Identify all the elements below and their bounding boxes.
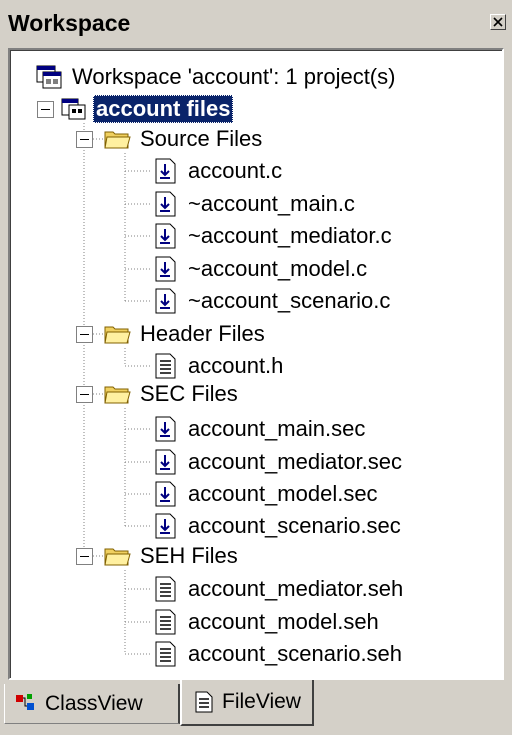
tree-file-item[interactable]: ~account_scenario.c — [151, 285, 393, 317]
tree-node-workspace[interactable]: Workspace 'account': 1 project(s) — [35, 61, 398, 93]
text-file-icon — [155, 609, 176, 635]
tree-folder-header-files[interactable]: Header Files — [103, 318, 268, 350]
tree-file-item[interactable]: ~account_model.c — [151, 253, 370, 285]
collapse-toggle-header-files[interactable] — [76, 326, 93, 343]
file-view-icon — [195, 691, 213, 713]
file-label: account_model.seh — [188, 609, 379, 634]
tab-file-view[interactable]: FileView — [180, 680, 314, 726]
source-file-icon — [155, 288, 176, 314]
file-tree: Workspace 'account': 1 project(s) accoun… — [10, 50, 502, 678]
workspace-icon — [36, 65, 62, 89]
tree-file-item[interactable]: account_mediator.seh — [151, 573, 406, 605]
file-tree-panel[interactable]: Workspace 'account': 1 project(s) accoun… — [8, 48, 504, 680]
folder-label: SEC Files — [140, 381, 238, 406]
file-label: ~account_mediator.c — [188, 223, 392, 248]
collapse-toggle-seh-files[interactable] — [76, 548, 93, 565]
source-file-icon — [155, 449, 176, 475]
tab-label: ClassView — [45, 691, 143, 715]
panel-titlebar: Workspace — [0, 0, 512, 44]
tree-folder-sec-files[interactable]: SEC Files — [103, 378, 241, 410]
tree-file-item[interactable]: account_scenario.sec — [151, 510, 404, 542]
file-label: account_mediator.seh — [188, 576, 404, 601]
folder-icon — [104, 386, 131, 404]
collapse-toggle-project[interactable] — [37, 101, 54, 118]
file-label: ~account_model.c — [188, 256, 368, 281]
source-file-icon — [155, 513, 176, 539]
workspace-label: Workspace 'account': 1 project(s) — [72, 64, 396, 89]
file-label: account.c — [188, 158, 283, 183]
tree-file-item[interactable]: ~account_mediator.c — [151, 220, 395, 252]
tree-file-item[interactable]: account_scenario.seh — [151, 638, 405, 670]
collapse-toggle-source-files[interactable] — [76, 131, 93, 148]
collapse-toggle-sec-files[interactable] — [76, 386, 93, 403]
folder-label: Header Files — [140, 321, 265, 346]
folder-icon — [104, 548, 131, 566]
source-file-icon — [155, 416, 176, 442]
panel-title: Workspace — [8, 10, 131, 36]
file-label: account_model.sec — [188, 481, 378, 506]
source-file-icon — [155, 158, 176, 184]
tab-label: FileView — [222, 690, 301, 713]
class-view-icon — [16, 693, 34, 710]
file-label: ~account_scenario.c — [188, 288, 391, 313]
tree-node-project[interactable]: account files — [59, 93, 234, 125]
tree-file-item[interactable]: account_main.sec — [151, 413, 368, 445]
tree-file-item[interactable]: account_model.sec — [151, 478, 381, 510]
file-label: account_main.sec — [188, 416, 366, 441]
project-icon — [61, 98, 86, 120]
folder-icon — [104, 326, 131, 344]
tree-folder-source-files[interactable]: Source Files — [103, 123, 265, 155]
tree-file-item[interactable]: account_mediator.sec — [151, 446, 405, 478]
source-file-icon — [155, 481, 176, 507]
tree-file-item[interactable]: account.c — [151, 155, 285, 187]
folder-icon — [104, 131, 131, 149]
project-label: account files — [93, 95, 234, 123]
file-label: ~account_main.c — [188, 191, 355, 216]
tree-file-item[interactable]: account_model.seh — [151, 606, 382, 638]
source-file-icon — [155, 256, 176, 282]
tree-file-item[interactable]: ~account_main.c — [151, 188, 358, 220]
close-button[interactable] — [490, 14, 506, 30]
text-file-icon — [155, 641, 176, 667]
text-file-icon — [155, 353, 176, 379]
file-label: account_scenario.sec — [188, 513, 401, 538]
file-label: account.h — [188, 353, 284, 378]
source-file-icon — [155, 223, 176, 249]
close-icon — [493, 17, 503, 27]
view-tabs: ClassView FileView — [0, 680, 512, 735]
tab-class-view[interactable]: ClassView — [4, 684, 180, 724]
file-label: account_scenario.seh — [188, 641, 403, 666]
file-label: account_mediator.sec — [188, 449, 403, 474]
folder-label: SEH Files — [140, 543, 238, 568]
folder-label: Source Files — [140, 126, 263, 151]
tree-folder-seh-files[interactable]: SEH Files — [103, 540, 241, 572]
source-file-icon — [155, 191, 176, 217]
text-file-icon — [155, 576, 176, 602]
